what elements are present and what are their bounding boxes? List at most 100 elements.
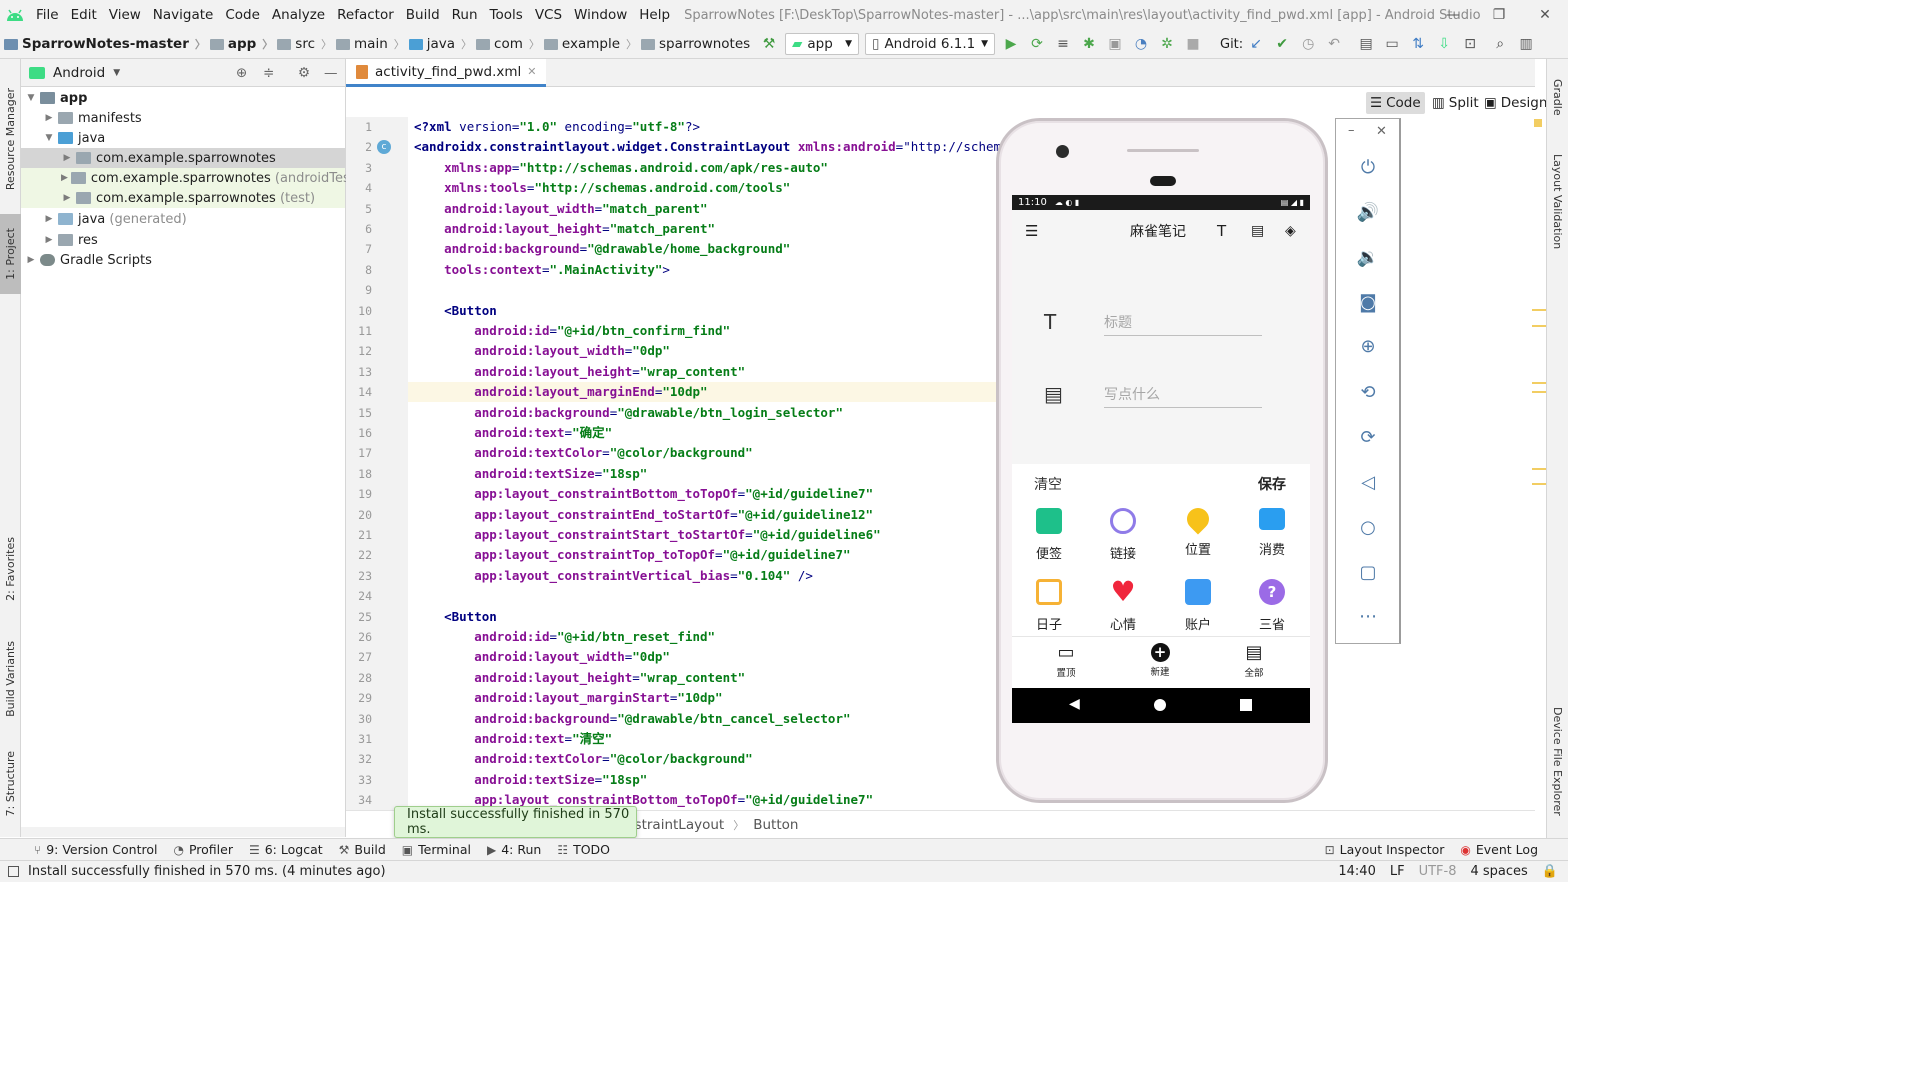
breadcrumb-sparrownotes[interactable]: sparrownotes xyxy=(637,36,750,52)
breadcrumb-constraintlayout[interactable]: nstraintLayout xyxy=(626,817,724,833)
scroll-marker[interactable] xyxy=(1532,391,1546,393)
tool-version-control[interactable]: ⑂ 9: Version Control xyxy=(34,842,157,857)
run-config-select[interactable]: ▰ app ▼ xyxy=(785,33,859,55)
code-line[interactable]: android:textColor="@color/background" xyxy=(414,443,752,463)
menu-navigate[interactable]: Navigate xyxy=(147,0,220,30)
code-line[interactable]: android:layout_height="wrap_content" xyxy=(414,362,745,382)
code-line[interactable]: android:layout_height="match_parent" xyxy=(414,219,715,239)
rotate-right-icon[interactable]: ⟳ xyxy=(1356,425,1380,449)
chevron-down-icon[interactable]: ▼ xyxy=(113,68,120,78)
zoom-icon[interactable]: ⊕ xyxy=(1356,334,1380,358)
grid-item-location[interactable]: 位置 xyxy=(1168,503,1228,558)
code-line[interactable]: android:layout_marginStart="10dp" xyxy=(414,688,722,708)
code-line[interactable]: xmlns:tools="http://schemas.android.com/… xyxy=(414,178,790,198)
power-icon[interactable]: ⏻ xyxy=(1356,155,1380,179)
view-mode-code[interactable]: ☰ Code xyxy=(1366,92,1425,114)
grid-item-sticky[interactable]: 便签 xyxy=(1019,508,1079,562)
menu-refactor[interactable]: Refactor xyxy=(331,0,400,30)
breadcrumb-com[interactable]: com 〉 xyxy=(472,36,540,52)
minimize-icon[interactable]: — xyxy=(1430,0,1476,30)
code-line[interactable]: android:layout_width="match_parent" xyxy=(414,199,707,219)
home-icon[interactable]: ○ xyxy=(1356,515,1380,539)
lock-icon[interactable]: 🔒 xyxy=(1542,864,1558,879)
scroll-marker[interactable] xyxy=(1532,325,1546,327)
device-select[interactable]: ▯ Android 6.1.1 ▼ xyxy=(865,33,995,55)
tool-profiler[interactable]: ◔ Profiler xyxy=(173,842,233,857)
code-line[interactable]: app:layout_constraintBottom_toTopOf="@+i… xyxy=(414,484,873,504)
horizontal-scrollbar[interactable] xyxy=(21,827,345,837)
code-line[interactable]: app:layout_constraintVertical_bias="0.10… xyxy=(414,566,813,586)
content-input[interactable]: 写点什么 xyxy=(1104,382,1262,408)
tool-terminal[interactable]: ▣ Terminal xyxy=(402,842,471,857)
back-icon[interactable]: ◁ xyxy=(1356,470,1380,494)
tool-logcat[interactable]: ☰ 6: Logcat xyxy=(249,842,323,857)
grid-item-expense[interactable]: 消费 xyxy=(1242,508,1302,558)
tree-item-gradle-scripts[interactable]: ▶ Gradle Scripts xyxy=(21,250,345,270)
close-tab-icon[interactable]: ✕ xyxy=(527,65,536,78)
debug-icon[interactable]: ✱ xyxy=(1078,33,1100,55)
code-line[interactable]: <?xml version="1.0" encoding="utf-8"?> xyxy=(414,117,700,137)
tool-event-log[interactable]: ◉ Event Log xyxy=(1460,842,1538,857)
code-line[interactable]: android:id="@+id/btn_confirm_find" xyxy=(414,321,730,341)
hammer-build-icon[interactable]: ⚒ xyxy=(758,33,780,55)
avd-manager-icon[interactable]: ▭ xyxy=(1381,33,1403,55)
git-update-icon[interactable]: ↙ xyxy=(1245,33,1267,55)
side-tab-structure[interactable]: 7: Structure xyxy=(0,744,21,824)
menu-tools[interactable]: Tools xyxy=(484,0,529,30)
caret-position[interactable]: 14:40 xyxy=(1338,864,1375,879)
git-commit-icon[interactable]: ✔ xyxy=(1271,33,1293,55)
side-tab-gradle[interactable]: Gradle xyxy=(1547,67,1568,127)
scroll-marker[interactable] xyxy=(1532,382,1546,384)
project-structure-icon[interactable]: ▤ xyxy=(1355,33,1377,55)
breadcrumb-java[interactable]: java 〉 xyxy=(405,36,472,52)
tree-item-java-generated[interactable]: ▶ java (generated) xyxy=(21,209,345,229)
run-icon[interactable]: ▶ xyxy=(1000,33,1022,55)
tab-activity-find-pwd[interactable]: activity_find_pwd.xml ✕ xyxy=(346,59,547,87)
menu-analyze[interactable]: Analyze xyxy=(266,0,331,30)
code-line[interactable]: android:layout_width="0dp" xyxy=(414,647,670,667)
breadcrumb-main[interactable]: main 〉 xyxy=(332,36,405,52)
code-line[interactable]: app:layout_constraintStart_toStartOf="@+… xyxy=(414,525,880,545)
side-tab-project[interactable]: 1: Project xyxy=(0,214,21,294)
grid-item-days[interactable]: 日子 xyxy=(1019,579,1079,633)
view-mode-split[interactable]: ▥ Split xyxy=(1428,92,1483,114)
layout-inspector-icon[interactable]: ⊡ xyxy=(1459,33,1481,55)
gear-icon[interactable]: ⚙ xyxy=(298,65,310,81)
code-line[interactable]: android:text="确定" xyxy=(414,423,612,443)
profile-icon[interactable]: ◔ xyxy=(1130,33,1152,55)
more-options-icon[interactable]: ⋯ xyxy=(1356,604,1380,628)
clear-button[interactable]: 清空 xyxy=(1034,474,1062,494)
breadcrumb-src[interactable]: src 〉 xyxy=(273,36,332,52)
code-line[interactable]: android:layout_marginEnd="10dp" xyxy=(414,382,707,402)
search-icon[interactable]: ⌕ xyxy=(1489,33,1511,55)
install-toast[interactable]: Install successfully finished in 570 ms. xyxy=(394,806,637,838)
project-view-select[interactable]: Android xyxy=(53,65,105,81)
git-history-icon[interactable]: ◷ xyxy=(1297,33,1319,55)
volume-up-icon[interactable]: 🔊 xyxy=(1356,200,1380,224)
scroll-marker[interactable] xyxy=(1532,468,1546,470)
locate-icon[interactable]: ⊕ xyxy=(236,65,247,81)
hide-icon[interactable]: — xyxy=(324,65,338,81)
tool-layout-inspector[interactable]: ⊡ Layout Inspector xyxy=(1325,842,1445,857)
collapse-all-icon[interactable]: ≑ xyxy=(263,65,274,81)
editor-scrollbar[interactable] xyxy=(1530,117,1546,810)
overview-icon[interactable]: ▢ xyxy=(1356,560,1380,584)
grid-item-link[interactable]: 链接 xyxy=(1093,508,1153,562)
breadcrumb-example[interactable]: example 〉 xyxy=(540,36,637,52)
side-tab-build-variants[interactable]: Build Variants xyxy=(0,634,21,724)
warning-indicator-icon[interactable] xyxy=(1534,119,1542,127)
volume-down-icon[interactable]: 🔉 xyxy=(1356,245,1380,269)
class-gutter-icon[interactable]: c xyxy=(377,140,391,155)
code-line[interactable]: <androidx.constraintlayout.widget.Constr… xyxy=(414,137,1016,157)
grid-item-account[interactable]: 账户 xyxy=(1168,579,1228,633)
close-icon[interactable]: ✕ xyxy=(1522,0,1568,30)
phone-screen[interactable]: 11:10 ☁ ◐ ▮ ▤ ◢ ▮ ☰ 麻雀笔记 T ▤ ◈ T 标题 ▤ 写点… xyxy=(1012,195,1310,723)
emulator-close-icon[interactable]: ✕ xyxy=(1376,124,1387,139)
bottom-all[interactable]: ▤ 全部 xyxy=(1234,643,1274,680)
title-input[interactable]: 标题 xyxy=(1104,310,1262,336)
breadcrumb-button[interactable]: Button xyxy=(753,817,798,833)
bottom-new[interactable]: + 新建 xyxy=(1140,643,1180,678)
code-line[interactable]: android:text="清空" xyxy=(414,729,612,749)
indent-setting[interactable]: 4 spaces xyxy=(1470,864,1527,879)
camera-screenshot-icon[interactable]: ◙ xyxy=(1356,290,1380,314)
